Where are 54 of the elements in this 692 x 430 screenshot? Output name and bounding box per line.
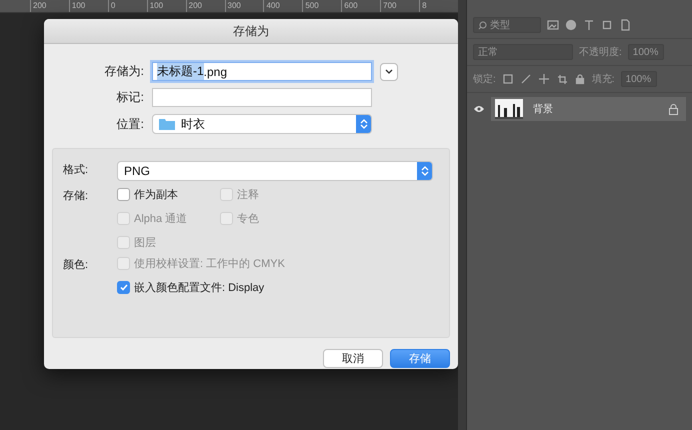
stepper-icon [360,119,368,129]
ruler-label: 400 [263,0,302,12]
ruler-label: 500 [302,0,342,12]
circle-icon[interactable] [565,19,577,31]
checkbox-label: 使用校样设置: 工作中的 CMYK [134,257,285,271]
type-icon[interactable] [583,19,595,31]
format-select[interactable]: PNG [117,161,433,181]
checkbox-label: 图层 [134,236,156,250]
layer-name: 背景 [533,102,553,116]
move-icon[interactable] [538,73,550,85]
lock-icon[interactable] [574,73,586,85]
image-icon[interactable] [547,19,559,31]
ruler-label: 200 [186,0,225,12]
fill-label: 填充: [592,72,615,86]
checkbox-label: 注释 [237,188,259,202]
checkbox[interactable] [117,281,130,294]
lock-label: 锁定: [473,72,496,86]
field-label: 标记: [116,89,144,106]
filename-field[interactable]: 未标题-1.png [152,62,372,81]
checkbox-label: 专色 [237,212,259,226]
field-label: 位置: [116,116,144,132]
stepper-icon [420,166,428,176]
opacity-label: 不透明度: [579,46,622,59]
blend-mode-dropdown[interactable]: 正常 [473,44,573,60]
dialog-title: 存储为 [233,22,269,40]
ruler-label: 300 [224,0,264,12]
checkbox-label: 嵌入颜色配置文件: Display [134,280,264,295]
cancel-button[interactable]: 取消 [323,349,383,368]
field-label: 存储为: [104,63,144,80]
search-icon [478,20,487,30]
ruler-label: 100 [146,0,186,12]
filter-dropdown[interactable]: 类型 [473,17,541,33]
tags-field[interactable] [152,88,372,107]
save-button[interactable]: 存储 [390,349,450,368]
checkbox-label: 作为副本 [134,188,178,202]
folder-icon [159,118,175,130]
ruler-label: 0 [108,0,147,12]
chevron-down-icon [385,68,393,74]
ruler-label: 100 [68,0,108,12]
section-label: 存储: [63,189,90,204]
eye-icon[interactable] [473,105,485,113]
opacity-field[interactable]: 100% [628,44,664,60]
ruler-label: 200 [30,0,69,12]
section-label: 颜色: [63,258,90,273]
fill-field[interactable]: 100% [620,71,657,87]
checkbox[interactable] [117,188,130,201]
checkbox-label: Alpha 通道 [134,212,188,226]
expand-button[interactable] [380,62,398,80]
ruler-label: 600 [341,0,380,12]
location-select[interactable]: 时衣 [152,114,372,134]
document-icon[interactable] [619,19,631,31]
format-label: 格式: [63,163,90,178]
check-icon [120,284,128,291]
ruler-label: 700 [380,0,420,12]
